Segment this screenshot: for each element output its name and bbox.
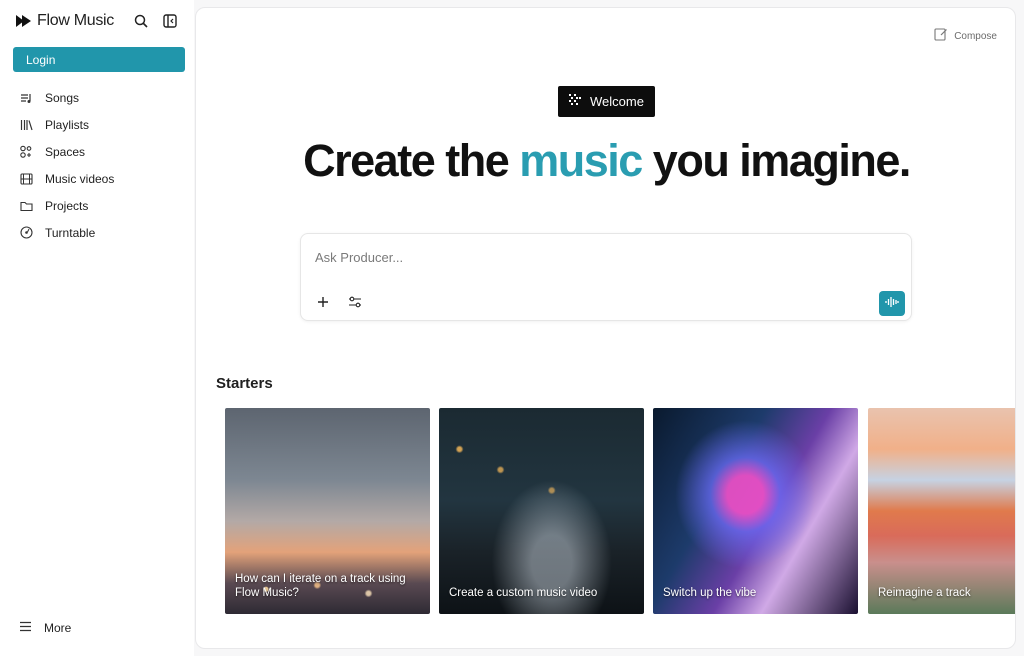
more-button[interactable]: More <box>19 619 71 637</box>
settings-sliders-icon[interactable] <box>347 294 363 310</box>
waveform-grid-icon <box>569 94 582 109</box>
page-title: Create the music you imagine. <box>196 135 1015 187</box>
songs-icon <box>19 91 33 105</box>
sidebar-item-music-videos[interactable]: Music videos <box>0 165 194 192</box>
ask-producer-box <box>300 233 912 321</box>
spaces-icon <box>19 145 33 159</box>
flow-logo-icon <box>16 14 32 28</box>
voice-input-button[interactable] <box>879 291 905 316</box>
main-panel: Compose Welcome Create the music you ima… <box>195 7 1016 649</box>
starter-card-iterate[interactable]: How can I iterate on a track using Flow … <box>225 408 430 614</box>
headline-start: Create the <box>303 135 520 186</box>
sidebar-nav: Songs Playlists Spaces Music videos Proj… <box>0 84 194 246</box>
welcome-label: Welcome <box>590 94 644 109</box>
sidebar-item-spaces[interactable]: Spaces <box>0 138 194 165</box>
library-icon <box>19 118 33 132</box>
ask-producer-input[interactable] <box>313 246 877 268</box>
search-icon[interactable] <box>132 12 150 30</box>
sidebar-item-label: Turntable <box>45 225 96 240</box>
sidebar-item-turntable[interactable]: Turntable <box>0 219 194 246</box>
starter-caption: How can I iterate on a track using Flow … <box>235 573 406 599</box>
starter-caption: Switch up the vibe <box>663 587 757 599</box>
sidebar-item-label: Playlists <box>45 117 90 132</box>
starter-card-reimagine[interactable]: Reimagine a track <box>868 408 1015 614</box>
sidebar-item-label: Projects <box>45 198 89 213</box>
starter-card-switch-vibe[interactable]: Switch up the vibe <box>653 408 858 614</box>
collapse-sidebar-icon[interactable] <box>161 12 179 30</box>
app-name: Flow Music <box>37 12 115 29</box>
menu-icon <box>19 619 32 637</box>
sidebar-item-label: Spaces <box>45 144 86 159</box>
film-icon <box>19 172 33 186</box>
starters-heading: Starters <box>216 375 273 392</box>
compose-icon <box>934 27 948 46</box>
starter-caption: Create a custom music video <box>449 587 598 599</box>
sidebar: Flow Music Login Songs Playlists Spaces <box>0 0 194 656</box>
turntable-icon <box>19 226 33 240</box>
sidebar-item-projects[interactable]: Projects <box>0 192 194 219</box>
headline-accent: music <box>519 135 643 186</box>
welcome-button[interactable]: Welcome <box>558 86 655 117</box>
folder-icon <box>19 199 33 213</box>
headline-end: you imagine. <box>641 135 912 186</box>
more-label: More <box>44 621 72 635</box>
sidebar-item-label: Music videos <box>45 171 115 186</box>
compose-label: Compose <box>954 31 997 42</box>
waveform-icon <box>885 295 899 313</box>
sidebar-item-playlists[interactable]: Playlists <box>0 111 194 138</box>
starter-card-music-video[interactable]: Create a custom music video <box>439 408 644 614</box>
sidebar-item-label: Songs <box>45 90 80 105</box>
starter-caption: Reimagine a track <box>878 587 971 599</box>
login-button[interactable]: Login <box>13 47 185 72</box>
plus-icon[interactable] <box>315 294 331 310</box>
sidebar-item-songs[interactable]: Songs <box>0 84 194 111</box>
compose-button[interactable]: Compose <box>934 27 997 46</box>
brand[interactable]: Flow Music <box>16 11 114 31</box>
